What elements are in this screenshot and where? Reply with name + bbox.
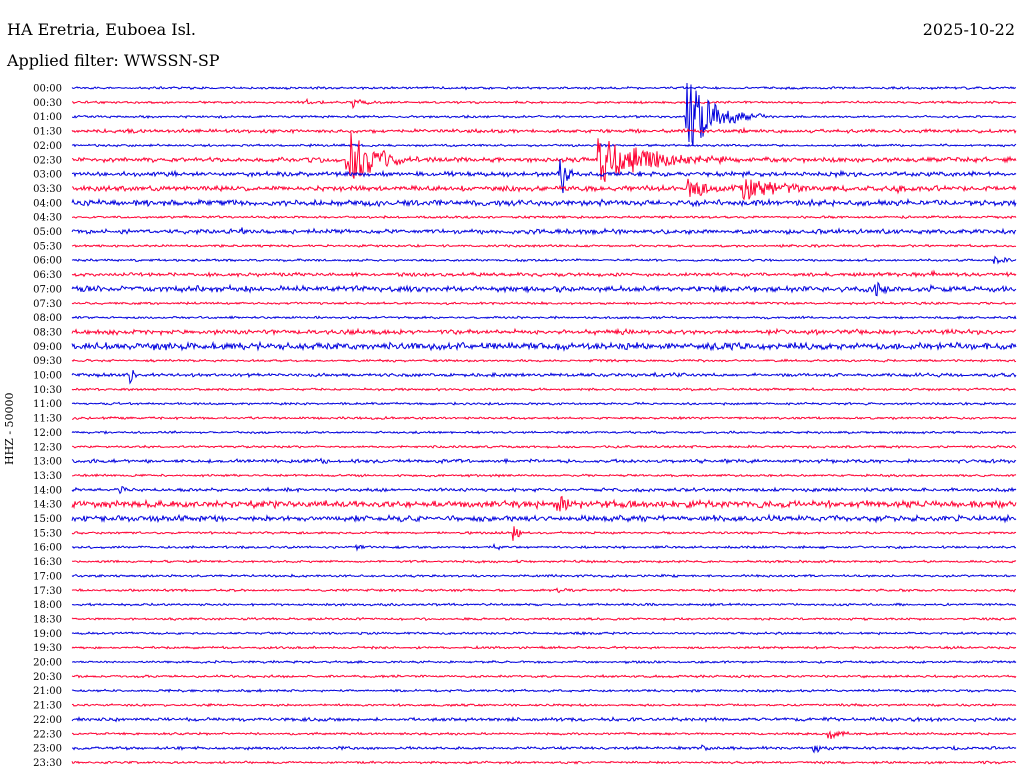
row-time-label: 20:00 [33, 658, 62, 669]
trace-row-1530 [71, 526, 1017, 541]
row-time-label: 01:00 [33, 112, 62, 123]
helicorder-plot: HA Eretria, Euboea Isl. 2025-10-22 Appli… [0, 0, 1024, 780]
trace-row-0630 [71, 269, 1017, 279]
trace-row-0530 [71, 243, 1017, 249]
row-time-label: 16:30 [33, 557, 62, 568]
trace-row-2000 [72, 659, 1017, 665]
trace-row-0330 [71, 178, 1017, 201]
row-time-label: 14:30 [33, 500, 62, 511]
row-time-label: 14:00 [33, 485, 62, 496]
trace-row-0400 [71, 197, 1017, 208]
trace-row-1230 [71, 444, 1017, 449]
row-time-label: 12:00 [33, 428, 62, 439]
trace-row-0830 [71, 327, 1017, 337]
row-time-label: 18:00 [33, 600, 62, 611]
row-time-label: 23:30 [33, 758, 62, 769]
trace-row-0100 [71, 82, 1017, 146]
trace-row-1900 [71, 631, 1017, 636]
row-time-label: 08:30 [33, 327, 62, 338]
trace-row-0930 [71, 358, 1017, 363]
trace-row-0600 [71, 255, 1017, 265]
trace-row-1830 [71, 616, 1017, 622]
row-time-label: 19:30 [33, 643, 62, 654]
row-time-label: 10:30 [33, 385, 62, 396]
row-time-label: 11:00 [33, 399, 62, 410]
row-time-label: 15:30 [33, 528, 62, 539]
row-time-label: 00:00 [33, 84, 62, 95]
trace-row-0030 [71, 97, 1017, 110]
row-time-label: 07:30 [33, 299, 62, 310]
trace-row-1600 [71, 543, 1017, 552]
row-time-label: 00:30 [33, 98, 62, 109]
row-time-label: 03:30 [33, 184, 62, 195]
row-time-label: 02:30 [33, 155, 62, 166]
trace-row-1000 [71, 370, 1017, 385]
row-time-label: 09:00 [33, 342, 62, 353]
trace-row-0900 [71, 340, 1017, 352]
trace-row-1400 [71, 485, 1017, 495]
row-time-label: 01:30 [33, 127, 62, 138]
seismogram-traces: 00:00 00:30 01:00 01:30 02:00 02:30 03:00 03:30… [33, 82, 1017, 769]
row-time-label: 05:00 [33, 227, 62, 238]
row-time-label: 21:00 [33, 686, 62, 697]
row-time-label: 20:30 [33, 672, 62, 683]
row-time-label: 06:30 [33, 270, 62, 281]
trace-row-2230 [71, 730, 1017, 740]
trace-row-0730 [71, 300, 1017, 306]
row-time-label: 08:00 [33, 313, 62, 324]
trace-row-1330 [71, 473, 1017, 478]
row-time-label: 06:00 [33, 256, 62, 267]
row-time-label: 12:30 [33, 442, 62, 453]
row-time-label: 17:30 [33, 586, 62, 597]
row-time-label: 16:00 [33, 543, 62, 554]
row-time-label: 03:00 [33, 170, 62, 181]
row-time-label: 15:00 [33, 514, 62, 525]
row-time-label: 19:00 [33, 629, 62, 640]
trace-row-1300 [71, 457, 1017, 465]
row-time-label: 09:30 [33, 356, 62, 367]
row-time-label: 22:00 [33, 715, 62, 726]
row-time-label: 10:00 [33, 371, 62, 382]
trace-row-0300 [71, 159, 1017, 194]
row-time-label: 11:30 [33, 414, 62, 425]
trace-row-1800 [71, 602, 1017, 608]
row-time-label: 18:30 [33, 614, 62, 625]
trace-row-1630 [72, 559, 1017, 564]
trace-row-1130 [72, 415, 1017, 421]
trace-row-1200 [71, 430, 1016, 435]
trace-row-2030 [71, 673, 1017, 679]
row-time-label: 13:30 [33, 471, 62, 482]
row-time-label: 21:30 [33, 701, 62, 712]
trace-row-2100 [71, 688, 1017, 694]
trace-row-2300 [71, 744, 1017, 754]
trace-row-1730 [71, 587, 1016, 594]
trace-row-1700 [71, 573, 1017, 579]
trace-row-0700 [71, 281, 1017, 297]
trace-row-0430 [71, 214, 1017, 220]
row-time-label: 04:00 [33, 198, 62, 209]
trace-row-2330 [71, 760, 1017, 765]
row-time-label: 22:30 [33, 729, 62, 740]
trace-row-1030 [71, 387, 1017, 392]
trace-row-2200 [71, 716, 1017, 723]
trace-row-0200 [71, 143, 1017, 148]
row-time-label: 07:00 [33, 284, 62, 295]
trace-row-0800 [71, 315, 1017, 320]
trace-row-0000 [71, 85, 1017, 91]
trace-row-1500 [71, 513, 1017, 524]
trace-row-1930 [71, 645, 1017, 650]
trace-row-1100 [71, 401, 1017, 406]
trace-row-0500 [71, 227, 1017, 236]
trace-row-1430 [71, 495, 1017, 512]
row-time-label: 13:00 [33, 457, 62, 468]
row-time-label: 17:00 [33, 571, 62, 582]
trace-row-2130 [71, 702, 1017, 708]
row-time-label: 02:00 [33, 141, 62, 152]
trace-row-0130 [71, 126, 1017, 135]
row-time-label: 04:30 [33, 213, 62, 224]
row-time-label: 23:00 [33, 744, 62, 755]
row-time-label: 05:30 [33, 241, 62, 252]
